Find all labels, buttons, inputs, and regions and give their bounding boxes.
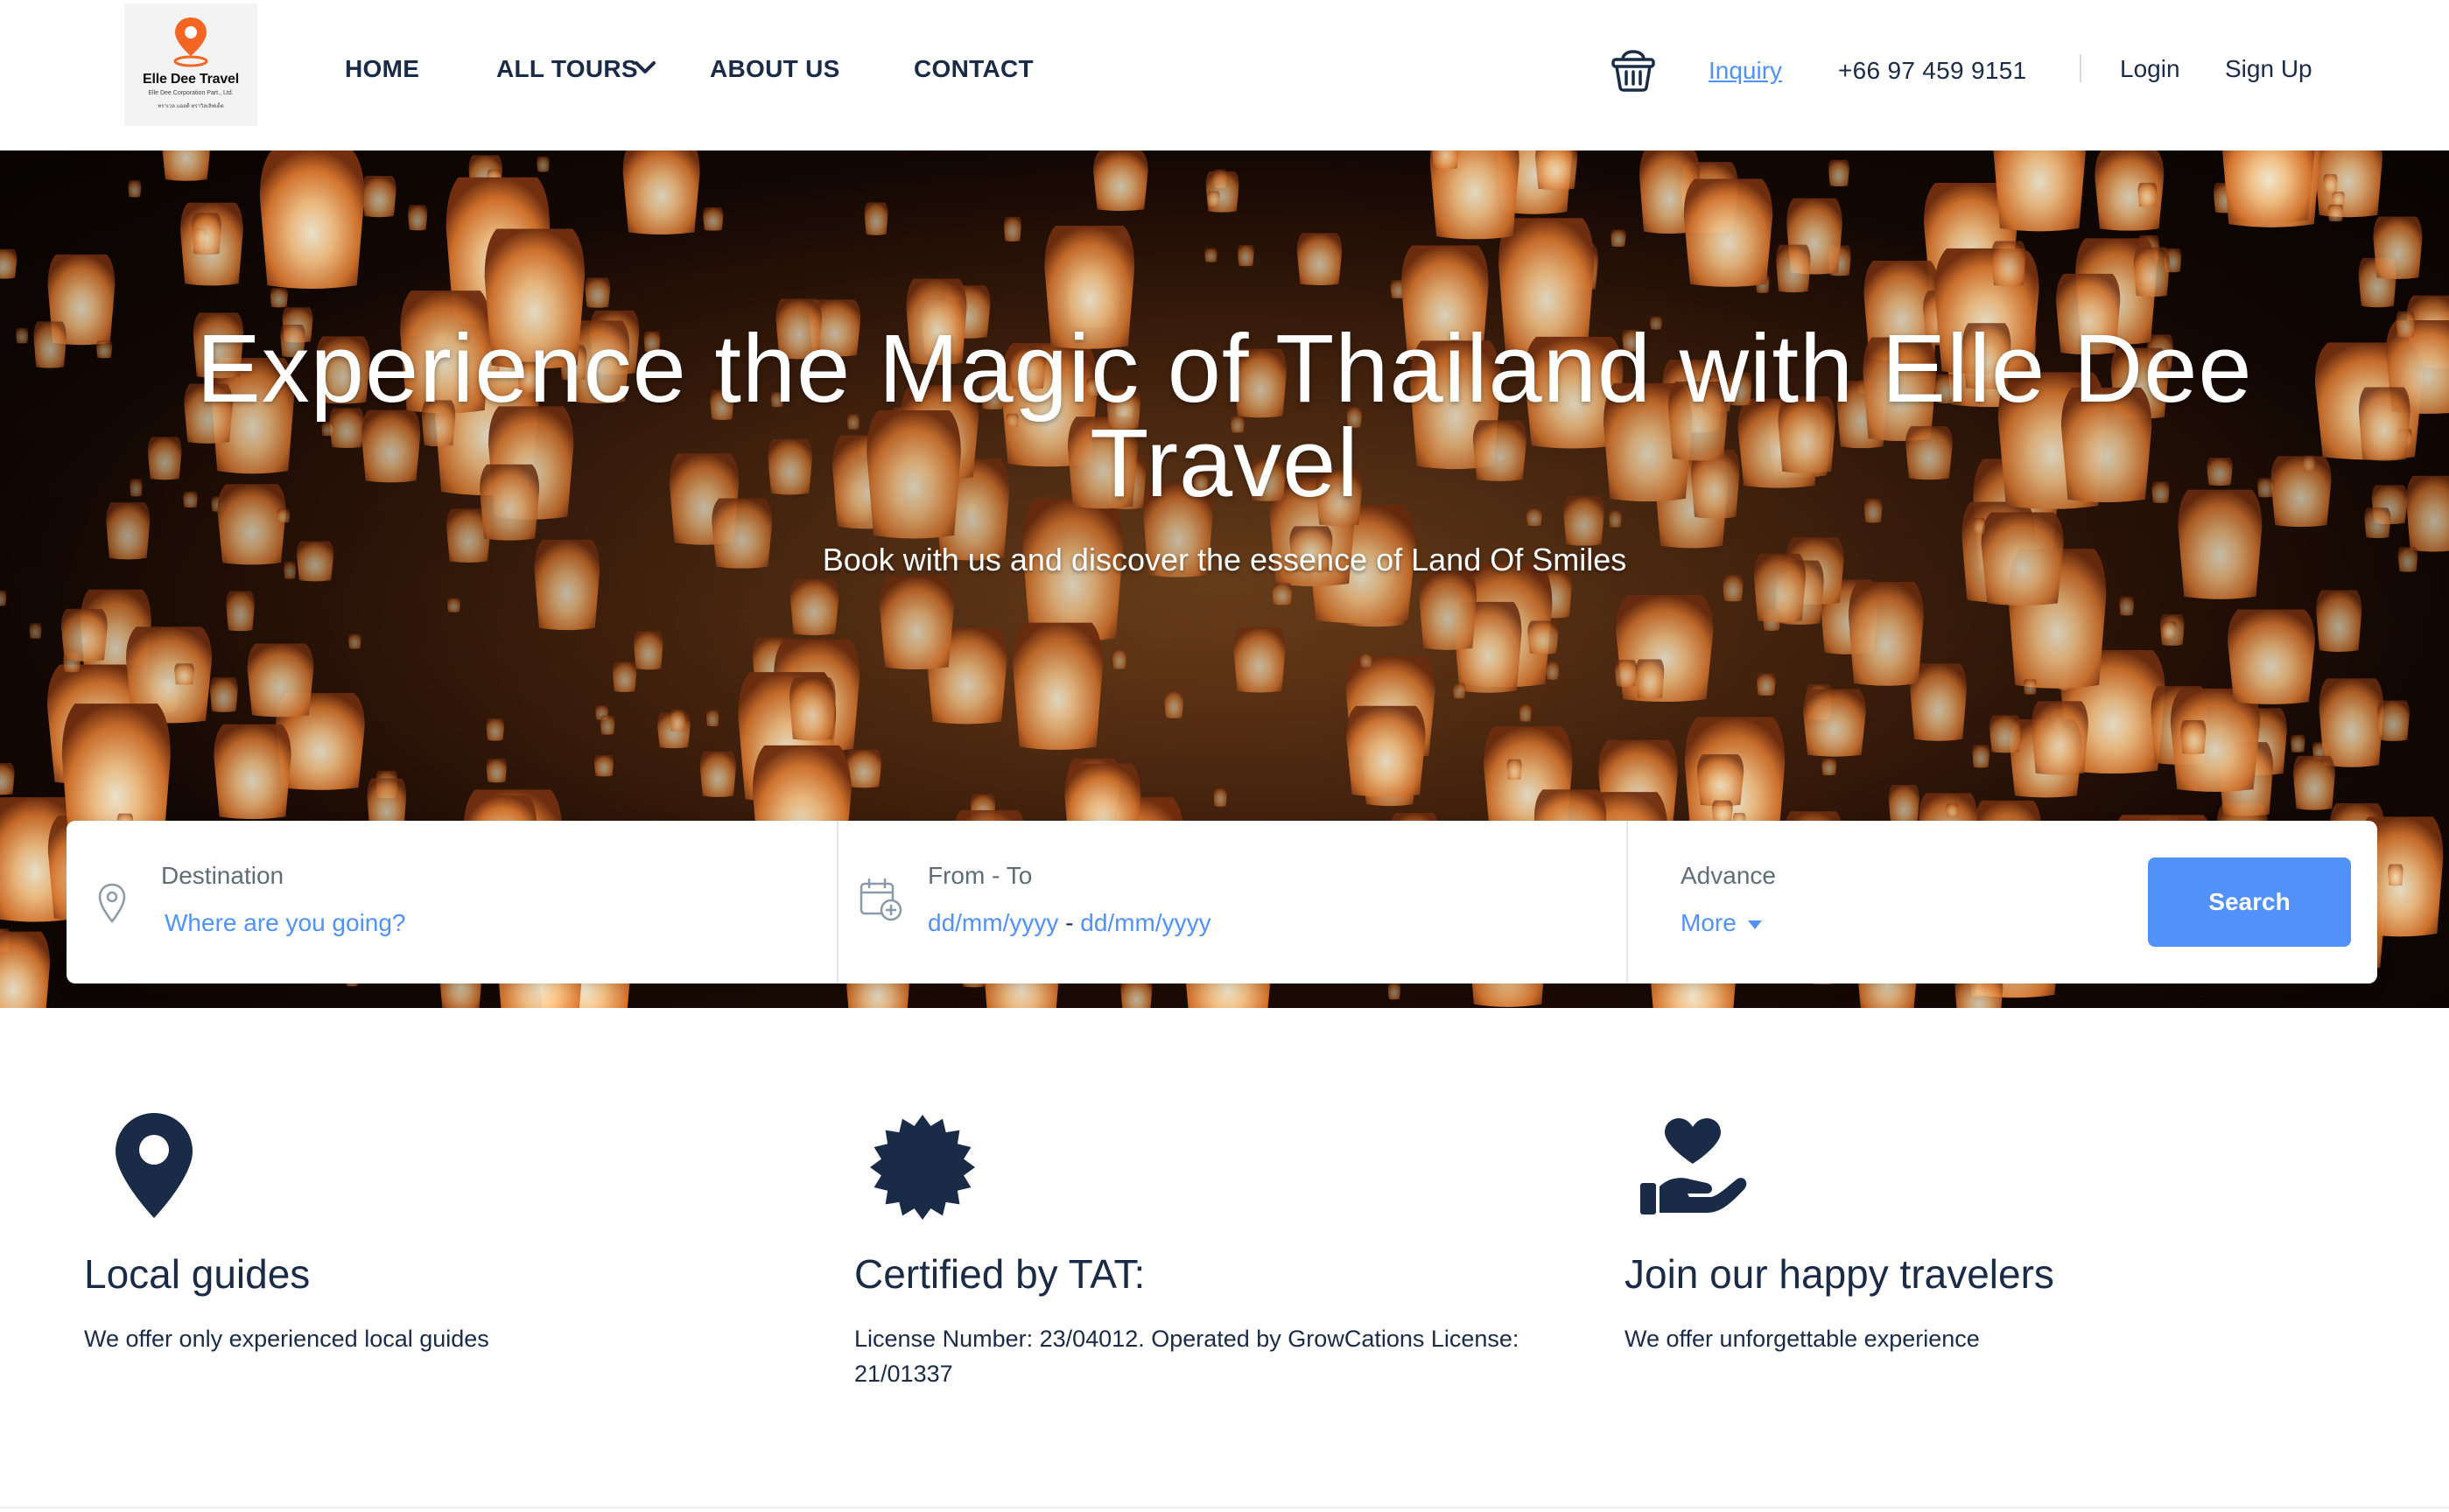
hero-subtitle: Book with us and discover the essence of… (822, 542, 1627, 578)
location-pin-icon (116, 1113, 193, 1218)
caret-down-icon[interactable] (1747, 920, 1763, 930)
map-pin-icon (98, 883, 126, 923)
date-to[interactable]: dd/mm/yyyy (1080, 909, 1210, 936)
basket-icon[interactable] (1610, 42, 1656, 93)
feature-title: Local guides (84, 1251, 311, 1297)
login-link[interactable]: Login (2120, 54, 2180, 84)
logo-name: Elle Dee Travel (143, 72, 239, 87)
date-from[interactable]: dd/mm/yyyy (928, 909, 1058, 936)
destination-input[interactable]: Where are you going? (165, 908, 406, 938)
chevron-down-icon[interactable] (634, 60, 656, 77)
hero-banner: Experience the Magic of Thailand with El… (0, 150, 2449, 1008)
logo-pin-icon (173, 18, 208, 67)
heart-hand-icon (1640, 1118, 1747, 1214)
feature-desc: We offer only experienced local guides (84, 1326, 489, 1352)
inquiry-link[interactable]: Inquiry (1709, 56, 1782, 86)
brand-logo[interactable]: Elle Dee Travel Elle Dee Corporation Par… (124, 4, 257, 126)
signup-link[interactable]: Sign Up (2225, 54, 2312, 84)
feature-title: Certified by TAT: (854, 1251, 1146, 1297)
feature-desc: License Number: 23/04012. Operated by Gr… (854, 1326, 1519, 1387)
tour-search-form: Destination Where are you going? From - … (67, 821, 2377, 984)
feature-desc: We offer unforgettable experience (1624, 1326, 1980, 1352)
nav-home[interactable]: HOME (345, 54, 419, 84)
dates-label: From - To (928, 862, 1033, 889)
site-header: Elle Dee Travel Elle Dee Corporation Par… (0, 0, 2449, 150)
date-separator: - (1065, 909, 1074, 936)
logo-tagline: ทราเวล แอลดี ทราวิลเลิฟเด็ด (158, 104, 224, 109)
feature-title: Join our happy travelers (1624, 1251, 2054, 1297)
section-divider (0, 1507, 2449, 1508)
advance-label: Advance (1681, 862, 1776, 889)
search-divider (837, 821, 839, 984)
header-divider (2080, 54, 2081, 82)
nav-contact[interactable]: CONTACT (914, 54, 1034, 84)
more-label[interactable]: More (1681, 909, 1737, 936)
search-divider (1626, 821, 1628, 984)
certificate-badge-icon (870, 1115, 975, 1220)
nav-all-tours[interactable]: ALL TOURS (496, 54, 638, 84)
destination-label: Destination (161, 862, 284, 889)
nav-about-us[interactable]: ABOUT US (710, 54, 840, 84)
advance-more-toggle[interactable]: More (1681, 908, 1763, 938)
search-button[interactable]: Search (2148, 858, 2351, 947)
logo-subtitle: Elle Dee Corporation Part., Ltd. (148, 90, 234, 96)
hero-title: Experience the Magic of Thailand with El… (196, 315, 2253, 517)
date-range-input[interactable]: dd/mm/yyyy - dd/mm/yyyy (928, 908, 1211, 938)
calendar-add-icon (860, 878, 902, 921)
phone-number[interactable]: +66 97 459 9151 (1838, 56, 2026, 86)
